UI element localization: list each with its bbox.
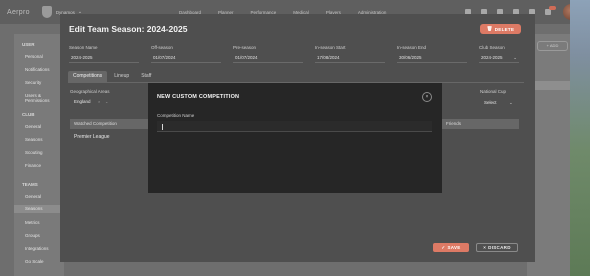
- sidebar-item-club-seasons[interactable]: Seasons: [25, 137, 43, 142]
- column-header-friends: Friends: [446, 121, 462, 126]
- in-season-start-label: In-season Start: [315, 45, 346, 50]
- sidebar-item-users-permissions[interactable]: Users & Permissions: [25, 93, 64, 103]
- in-season-end-label: In-season End: [397, 45, 427, 50]
- national-cup-select[interactable]: Select: [484, 100, 497, 105]
- tab-lineup[interactable]: Lineup: [109, 71, 134, 82]
- discard-button[interactable]: × DISCARD: [476, 243, 518, 252]
- in-season-end-field[interactable]: 30/06/2025: [397, 52, 467, 63]
- save-button[interactable]: ✓ SAVE: [433, 243, 469, 252]
- delete-button-label: DELETE: [494, 26, 515, 32]
- club-season-select[interactable]: 2024-2025 ⌄: [479, 52, 519, 63]
- chevron-down-icon[interactable]: ⌄: [105, 99, 108, 104]
- club-season-value: 2024-2025: [481, 55, 503, 60]
- sidebar-item-teams-general[interactable]: General: [25, 194, 41, 199]
- sidebar-item-teams-integrations[interactable]: Integrations: [25, 246, 49, 251]
- app-logo[interactable]: Aerpro: [7, 9, 30, 16]
- sidebar-item-teams-seasons[interactable]: Seasons: [14, 205, 64, 213]
- column-header-watched-competition: Watched Competition: [74, 121, 117, 126]
- sidebar-item-personal[interactable]: Personal: [25, 54, 43, 59]
- team-crest-icon[interactable]: [41, 6, 52, 18]
- sidebar-item-club-finance[interactable]: Finance: [25, 163, 41, 168]
- new-custom-competition-modal: NEW CUSTOM COMPETITION × Competition Nam…: [148, 83, 442, 193]
- sidebar-item-notifications[interactable]: Notifications: [25, 67, 50, 72]
- tab-staff[interactable]: Staff: [136, 71, 156, 82]
- table-row[interactable]: Premier League: [74, 134, 110, 140]
- sidebar-item-club-scouting[interactable]: Scouting: [25, 150, 43, 155]
- off-season-label: Off-season: [151, 45, 173, 50]
- settings-sidebar: USER Personal Notifications Security Use…: [14, 34, 64, 276]
- stadium-background-image: [570, 0, 590, 276]
- save-button-label: SAVE: [447, 245, 461, 250]
- chevron-down-icon: ⌄: [513, 55, 517, 60]
- notification-badge: [549, 6, 556, 10]
- sidebar-item-teams-go-scale[interactable]: Go Scale: [25, 259, 44, 264]
- sidebar-item-security[interactable]: Security: [25, 80, 41, 85]
- close-icon: ×: [483, 245, 487, 250]
- off-season-field[interactable]: 01/07/2024: [151, 52, 221, 63]
- sidebar-item-teams-groups[interactable]: Groups: [25, 233, 40, 238]
- season-name-field[interactable]: 2024-2025: [69, 52, 139, 63]
- delete-button[interactable]: 🗑 DELETE: [480, 24, 521, 34]
- sidebar-item-teams-metrics[interactable]: Metrics: [25, 220, 40, 225]
- pre-season-field[interactable]: 01/07/2024: [233, 52, 303, 63]
- season-name-label: Season Name: [69, 45, 98, 50]
- geographical-area-chip[interactable]: England: [74, 99, 91, 104]
- in-season-start-field[interactable]: 17/08/2024: [315, 52, 385, 63]
- clear-icon[interactable]: ×: [98, 99, 100, 104]
- pre-season-label: Pre-season: [233, 45, 257, 50]
- club-season-label: Club Season: [479, 45, 505, 50]
- competition-name-label: Competition Name: [157, 113, 195, 118]
- geographical-areas-label: Geographical Areas: [70, 89, 110, 94]
- tab-competitions[interactable]: Competitions: [68, 71, 108, 82]
- chevron-down-icon[interactable]: ⌄: [509, 100, 513, 106]
- sidebar-section-user: USER: [22, 42, 35, 47]
- sidebar-section-club: CLUB: [22, 112, 35, 117]
- modal-title: NEW CUSTOM COMPETITION: [157, 94, 240, 100]
- check-icon: ✓: [441, 244, 446, 250]
- competition-name-input[interactable]: [157, 121, 432, 132]
- season-tabs: Competitions Lineup Staff: [68, 71, 158, 82]
- sidebar-section-teams: TEAMS: [22, 182, 38, 187]
- sidebar-item-club-general[interactable]: General: [25, 124, 41, 129]
- page-title: Edit Team Season: 2024-2025: [69, 24, 188, 34]
- close-icon[interactable]: ×: [422, 92, 432, 102]
- discard-button-label: DISCARD: [488, 245, 511, 250]
- national-cup-label: National Cup: [480, 89, 507, 94]
- trash-icon: 🗑: [486, 26, 493, 31]
- text-cursor: [162, 124, 163, 130]
- add-button[interactable]: + ADD: [537, 41, 568, 51]
